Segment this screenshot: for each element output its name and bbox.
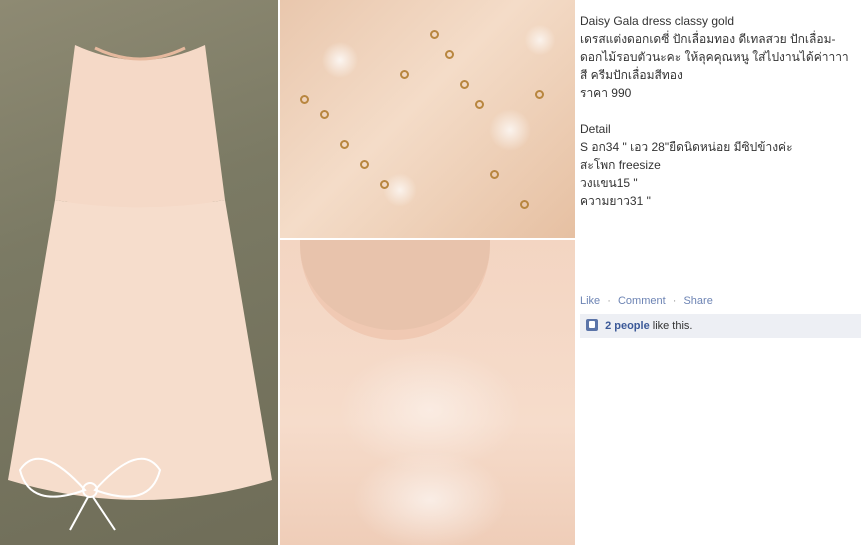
thumbs-up-icon bbox=[586, 319, 598, 331]
sequin bbox=[360, 160, 369, 169]
post-text: Daisy Gala dress classy gold เดรสแต่งดอก… bbox=[580, 0, 861, 210]
likes-suffix: like this. bbox=[652, 320, 693, 332]
sequin bbox=[340, 140, 349, 149]
sequin bbox=[430, 30, 439, 39]
detail-line: สะโพก freesize bbox=[580, 158, 661, 172]
description-line: สี ครีมปักเลื่อมสีทอง bbox=[580, 68, 683, 82]
sequin bbox=[520, 200, 529, 209]
dress-illustration bbox=[8, 45, 272, 531]
photo-divider bbox=[280, 238, 575, 240]
sequin bbox=[460, 80, 469, 89]
photo-divider bbox=[278, 0, 280, 545]
like-link[interactable]: Like bbox=[580, 295, 600, 307]
post-title: Daisy Gala dress classy gold bbox=[580, 14, 735, 28]
comment-link[interactable]: Comment bbox=[618, 295, 666, 307]
detail-heading: Detail bbox=[580, 122, 611, 136]
sequin bbox=[475, 100, 484, 109]
description-line: ดอกไม้รอบตัวนะคะ ให้ลุคคุณหนู ใส่ไปงานได… bbox=[580, 50, 849, 64]
sequin bbox=[445, 50, 454, 59]
dress-full-photo[interactable] bbox=[0, 0, 278, 545]
sequin bbox=[300, 95, 309, 104]
sequin bbox=[400, 70, 409, 79]
sequin bbox=[320, 110, 329, 119]
price-line: ราคา 990 bbox=[580, 86, 632, 100]
sequin bbox=[535, 90, 544, 99]
post-panel: Daisy Gala dress classy gold เดรสแต่งดอก… bbox=[580, 0, 861, 545]
likes-people-link[interactable]: 2 people bbox=[605, 320, 650, 332]
post-actions: Like · Comment · Share bbox=[580, 292, 713, 310]
description-line: เดรสแต่งดอกเดซี่ ปักเลื่อมทอง ดีเทลสวย ป… bbox=[580, 32, 836, 46]
separator: · bbox=[672, 295, 677, 307]
detail-line: S อก34 " เอว 28"ยืดนิดหน่อย มีซิปข้างค่ะ bbox=[580, 140, 793, 154]
bodice-closeup-photo[interactable] bbox=[280, 240, 575, 545]
sequin-detail-photo[interactable] bbox=[280, 0, 575, 238]
sequin bbox=[490, 170, 499, 179]
likes-bar: 2 people like this. bbox=[580, 314, 861, 338]
dress-neckline bbox=[300, 240, 490, 340]
detail-line: วงแขน15 " bbox=[580, 176, 638, 190]
detail-line: ความยาว31 " bbox=[580, 194, 651, 208]
sequin bbox=[380, 180, 389, 189]
separator: · bbox=[607, 295, 611, 307]
share-link[interactable]: Share bbox=[683, 295, 712, 307]
